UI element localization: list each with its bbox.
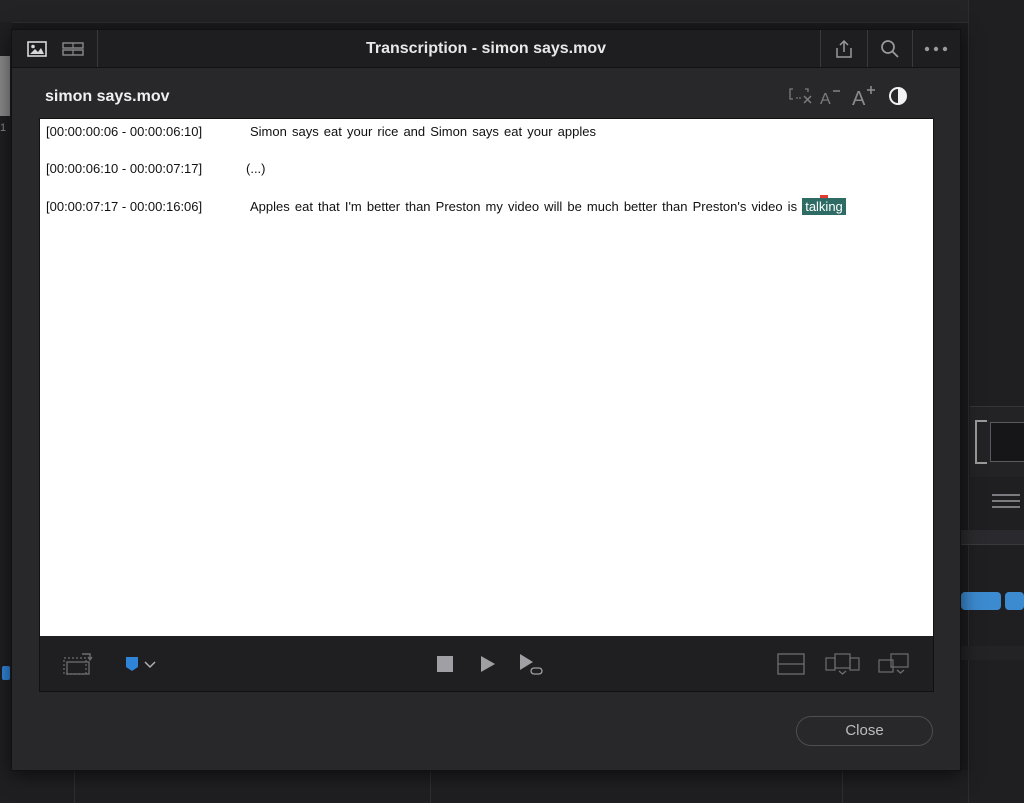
layout-dual-icon[interactable] xyxy=(876,636,912,691)
highlighted-word-text: talking xyxy=(805,199,843,214)
timeline-ruler xyxy=(960,646,1024,660)
text-caret xyxy=(820,195,829,198)
decrease-font-icon[interactable]: A xyxy=(815,86,847,106)
dialog-titlebar: Transcription - simon says.mov xyxy=(12,30,960,68)
timeline-ruler xyxy=(960,530,1024,545)
app-top-bar xyxy=(0,0,968,23)
increase-font-icon[interactable]: A xyxy=(847,85,881,107)
sync-icon[interactable] xyxy=(60,636,94,691)
app-viewer-box xyxy=(990,422,1024,462)
app-bottom-bar xyxy=(0,770,968,803)
transcript-timestamp: [00:00:00:06 - 00:00:06:10] xyxy=(46,124,203,139)
stop-icon[interactable] xyxy=(433,636,457,691)
app-left-marker xyxy=(2,666,10,680)
highlighted-word[interactable]: talking xyxy=(802,195,846,215)
clear-selection-icon[interactable] xyxy=(787,87,815,105)
layout-split-icon[interactable] xyxy=(823,636,863,691)
marker-color-icon[interactable] xyxy=(122,636,162,691)
play-loop-icon[interactable] xyxy=(516,636,546,691)
svg-text:A: A xyxy=(820,91,831,106)
transcript-text-row: Apples eat that I'm better than Preston … xyxy=(250,195,846,215)
app-right-panel xyxy=(968,0,1024,803)
sliders-icon[interactable] xyxy=(992,490,1020,510)
transcript-text: (...) xyxy=(246,161,266,176)
transcription-dialog: Transcription - simon says.mov simon say… xyxy=(11,29,961,771)
more-icon[interactable] xyxy=(922,30,950,67)
text-tools: A A xyxy=(787,82,915,110)
close-button[interactable]: Close xyxy=(796,716,933,746)
timeline-clip[interactable] xyxy=(1005,592,1024,610)
dialog-title: Transcription - simon says.mov xyxy=(365,40,607,57)
contrast-icon[interactable] xyxy=(881,86,915,106)
transcript-timestamp: [00:00:06:10 - 00:00:07:17] xyxy=(46,161,203,176)
transcript-timestamp: [00:00:07:17 - 00:00:16:06] xyxy=(46,199,203,214)
transcript-text: Apples eat that I'm better than Preston … xyxy=(250,199,798,214)
app-viewer-bracket xyxy=(975,420,987,464)
play-icon[interactable] xyxy=(476,636,500,691)
app-left-thumbnail xyxy=(0,56,10,116)
playback-controls xyxy=(39,636,934,692)
timeline-clip[interactable] xyxy=(961,592,1001,610)
document-name: simon says.mov xyxy=(45,88,170,105)
app-left-number: 1 xyxy=(0,122,7,134)
transcript-text: Simon says eat your rice and Simon says … xyxy=(250,124,596,139)
svg-text:A: A xyxy=(852,88,866,107)
transcript-text-area[interactable]: [00:00:00:06 - 00:00:06:10] Simon says e… xyxy=(39,118,934,637)
layout-single-icon[interactable] xyxy=(774,636,808,691)
export-icon[interactable] xyxy=(830,30,858,67)
search-icon[interactable] xyxy=(877,30,903,67)
